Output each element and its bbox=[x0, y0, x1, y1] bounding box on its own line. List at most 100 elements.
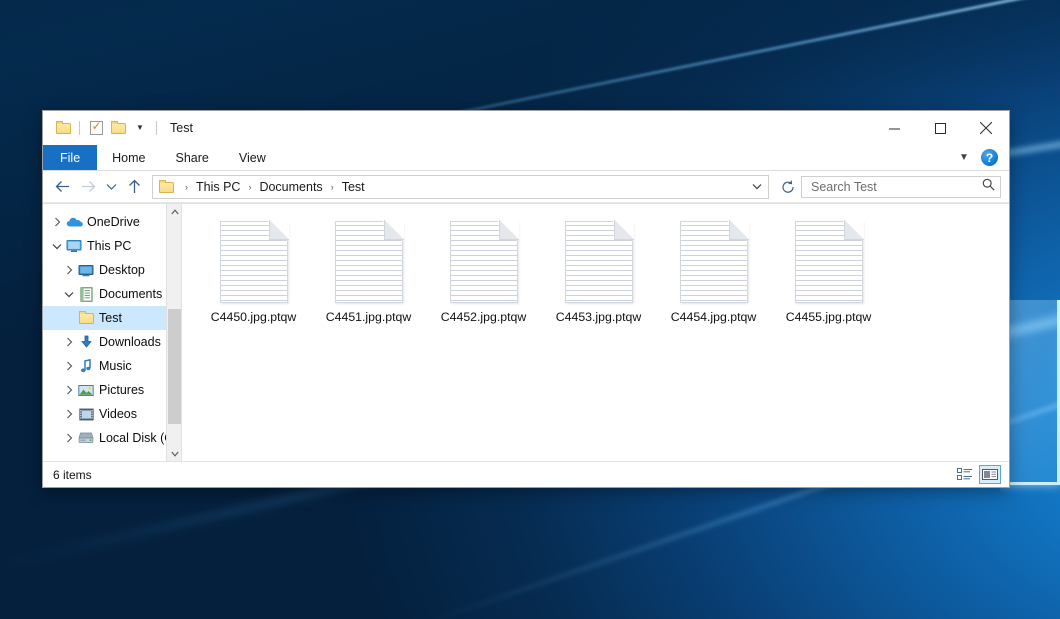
file-item[interactable]: C4451.jpg.ptqw bbox=[311, 216, 426, 332]
folder-icon[interactable] bbox=[52, 117, 74, 139]
large-icons-view-icon[interactable] bbox=[979, 465, 1001, 484]
chevron-right-icon[interactable] bbox=[61, 433, 77, 443]
chevron-down-icon[interactable] bbox=[49, 243, 65, 250]
maximize-icon[interactable] bbox=[917, 111, 963, 145]
search-icon bbox=[982, 178, 995, 196]
sidebar-item-label: Desktop bbox=[99, 263, 145, 277]
minimize-icon[interactable] bbox=[871, 111, 917, 145]
file-item[interactable]: C4455.jpg.ptqw bbox=[771, 216, 886, 332]
chevron-down-icon[interactable] bbox=[61, 291, 77, 298]
window-controls bbox=[871, 111, 1009, 145]
scroll-down-icon[interactable] bbox=[167, 446, 182, 461]
folder-tree: OneDrive This PC bbox=[43, 204, 181, 450]
sidebar-item-label: This PC bbox=[87, 239, 131, 253]
folder-icon bbox=[77, 310, 95, 326]
file-name-label: C4455.jpg.ptqw bbox=[786, 310, 871, 325]
sidebar-item-label: Music bbox=[99, 359, 132, 373]
desktop: ▼ Test File Home Share Vie bbox=[0, 0, 1060, 619]
sidebar-item-music[interactable]: Music bbox=[43, 354, 181, 378]
chevron-down-icon[interactable] bbox=[746, 177, 768, 197]
ribbon-right-controls: ▼ ? bbox=[951, 145, 1005, 170]
title-bar: ▼ Test bbox=[43, 111, 1009, 145]
breadcrumb[interactable]: › This PC › Documents › Test bbox=[152, 175, 769, 199]
tab-view[interactable]: View bbox=[224, 145, 281, 170]
search-input[interactable] bbox=[809, 179, 982, 195]
scroll-up-icon[interactable] bbox=[167, 204, 182, 219]
file-item[interactable]: C4454.jpg.ptqw bbox=[656, 216, 771, 332]
chevron-right-icon[interactable] bbox=[61, 361, 77, 371]
sidebar-item-this-pc[interactable]: This PC bbox=[43, 234, 181, 258]
up-arrow-icon[interactable] bbox=[121, 175, 147, 199]
breadcrumb-documents[interactable]: Documents bbox=[257, 180, 324, 194]
scrollbar-thumb[interactable] bbox=[168, 309, 181, 424]
sidebar-item-label: Pictures bbox=[99, 383, 144, 397]
tab-file[interactable]: File bbox=[43, 145, 97, 170]
file-list-view[interactable]: C4450.jpg.ptqw C4451.jpg.ptqw C4452.jpg.… bbox=[182, 204, 1009, 461]
sidebar-item-local-disk-c[interactable]: Local Disk (C:) bbox=[43, 426, 181, 450]
generic-document-icon bbox=[795, 221, 863, 303]
navigation-pane-scrollbar[interactable] bbox=[166, 204, 181, 461]
breadcrumb-test[interactable]: Test bbox=[340, 180, 367, 194]
address-bar: › This PC › Documents › Test bbox=[43, 171, 1009, 203]
sidebar-item-videos[interactable]: Videos bbox=[43, 402, 181, 426]
sidebar-item-test[interactable]: Test bbox=[43, 306, 181, 330]
back-arrow-icon[interactable] bbox=[49, 175, 75, 199]
sidebar-item-label: OneDrive bbox=[87, 215, 140, 229]
generic-document-icon bbox=[335, 221, 403, 303]
details-view-icon[interactable] bbox=[954, 465, 976, 484]
chevron-right-icon[interactable] bbox=[49, 217, 65, 227]
file-item[interactable]: C4452.jpg.ptqw bbox=[426, 216, 541, 332]
music-note-icon bbox=[77, 358, 95, 374]
chevron-right-icon[interactable] bbox=[61, 409, 77, 419]
recent-locations-chevron-icon[interactable] bbox=[101, 175, 121, 199]
sidebar-item-label: Downloads bbox=[99, 335, 161, 349]
hard-drive-icon bbox=[77, 430, 95, 446]
status-bar: 6 items bbox=[43, 461, 1009, 487]
chevron-right-icon[interactable] bbox=[61, 385, 77, 395]
refresh-icon[interactable] bbox=[775, 175, 801, 199]
sidebar-item-desktop[interactable]: Desktop bbox=[43, 258, 181, 282]
help-icon[interactable]: ? bbox=[981, 149, 998, 166]
chevron-down-icon[interactable]: ▼ bbox=[951, 147, 977, 169]
chevron-right-icon[interactable] bbox=[61, 337, 77, 347]
item-count-label: 6 items bbox=[53, 468, 92, 482]
downloads-arrow-icon bbox=[77, 334, 95, 350]
chevron-right-icon[interactable] bbox=[61, 265, 77, 275]
documents-icon bbox=[77, 286, 95, 302]
breadcrumb-this-pc[interactable]: This PC bbox=[194, 180, 242, 194]
generic-document-icon bbox=[450, 221, 518, 303]
search-box[interactable] bbox=[801, 176, 1001, 198]
file-name-label: C4452.jpg.ptqw bbox=[441, 310, 526, 325]
file-name-label: C4450.jpg.ptqw bbox=[211, 310, 296, 325]
window-title: Test bbox=[170, 121, 193, 135]
sidebar-item-label: Videos bbox=[99, 407, 137, 421]
chevron-down-icon[interactable]: ▼ bbox=[129, 117, 151, 139]
sidebar-item-downloads[interactable]: Downloads bbox=[43, 330, 181, 354]
folder-icon bbox=[159, 181, 174, 193]
ribbon-tab-bar: File Home Share View ▼ ? bbox=[43, 145, 1009, 171]
sidebar-item-onedrive[interactable]: OneDrive bbox=[43, 210, 181, 234]
window-body: OneDrive This PC bbox=[43, 203, 1009, 461]
forward-arrow-icon[interactable] bbox=[75, 175, 101, 199]
new-folder-icon[interactable] bbox=[107, 117, 129, 139]
breadcrumb-separator: › bbox=[325, 182, 340, 192]
sidebar-item-label: Test bbox=[99, 311, 122, 325]
file-explorer-window: ▼ Test File Home Share Vie bbox=[42, 110, 1010, 488]
onedrive-cloud-icon bbox=[65, 214, 83, 230]
this-pc-monitor-icon bbox=[65, 238, 83, 254]
sidebar-item-pictures[interactable]: Pictures bbox=[43, 378, 181, 402]
properties-checkbox-icon[interactable] bbox=[85, 117, 107, 139]
pictures-icon bbox=[77, 382, 95, 398]
navigation-pane: OneDrive This PC bbox=[43, 204, 182, 461]
file-name-label: C4451.jpg.ptqw bbox=[326, 310, 411, 325]
close-icon[interactable] bbox=[963, 111, 1009, 145]
generic-document-icon bbox=[680, 221, 748, 303]
sidebar-item-documents[interactable]: Documents bbox=[43, 282, 181, 306]
file-item[interactable]: C4450.jpg.ptqw bbox=[196, 216, 311, 332]
sidebar-item-label: Documents bbox=[99, 287, 162, 301]
file-item[interactable]: C4453.jpg.ptqw bbox=[541, 216, 656, 332]
videos-film-icon bbox=[77, 406, 95, 422]
tab-home[interactable]: Home bbox=[97, 145, 160, 170]
generic-document-icon bbox=[220, 221, 288, 303]
tab-share[interactable]: Share bbox=[161, 145, 224, 170]
